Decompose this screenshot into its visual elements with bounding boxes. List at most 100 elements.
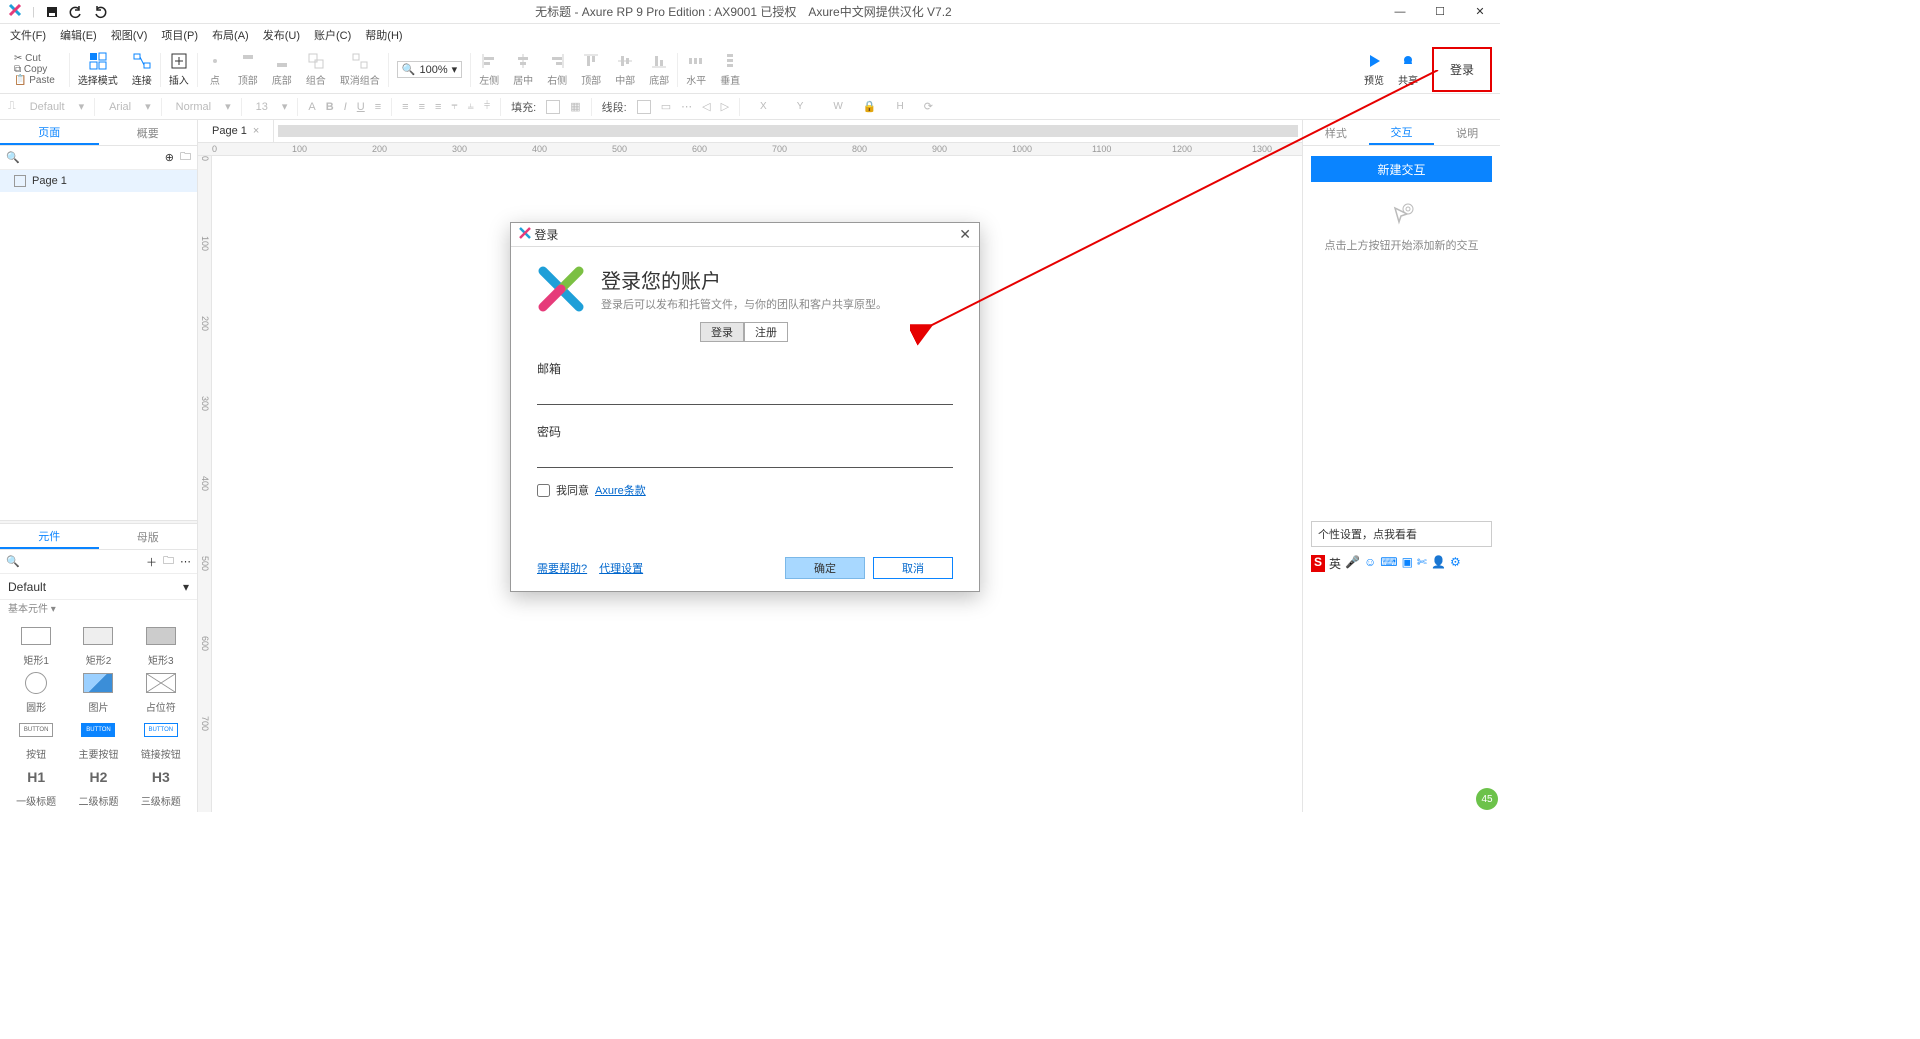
cancel-button[interactable]: 取消 (873, 557, 953, 579)
widget-primary-button[interactable]: BUTTON主要按钮 (68, 718, 128, 761)
rotate-icon[interactable]: ⟳ (924, 100, 933, 113)
insert-button[interactable]: 插入 (169, 52, 189, 87)
agree-checkbox[interactable] (537, 484, 550, 497)
widget-h2[interactable]: H2二级标题 (68, 765, 128, 808)
menu-project[interactable]: 项目(P) (161, 27, 198, 43)
add-page-icon[interactable]: ⊕ (165, 151, 174, 164)
widget-placeholder[interactable]: 占位符 (131, 671, 191, 714)
cut-button[interactable]: ✂ Cut (14, 53, 41, 64)
help-link[interactable]: 需要帮助? (537, 560, 587, 576)
search-icon[interactable]: 🔍 (6, 555, 20, 568)
style-select[interactable]: Default (26, 99, 69, 115)
ime-user-icon[interactable]: 👤 (1431, 555, 1446, 572)
paste-button[interactable]: 📋 Paste (14, 75, 55, 86)
tab-pages[interactable]: 页面 (0, 120, 99, 145)
size-select[interactable]: 13 (252, 99, 272, 115)
new-interaction-button[interactable]: 新建交互 (1311, 156, 1492, 182)
select-mode-button[interactable]: 选择模式 (78, 52, 118, 87)
align-right-button[interactable]: 右侧 (547, 52, 567, 87)
align-r-icon[interactable]: ≡ (435, 101, 441, 113)
paint-icon[interactable]: ⎍ (8, 100, 16, 113)
widget-h1[interactable]: H1一级标题 (6, 765, 66, 808)
line-width-icon[interactable]: ▭ (661, 100, 671, 113)
valign-m-icon[interactable]: ⫨ (468, 100, 474, 113)
dist-h-button[interactable]: 水平 (686, 52, 706, 87)
dist-v-button[interactable]: 垂直 (720, 52, 740, 87)
more-icon[interactable]: ⋯ (180, 555, 191, 568)
tab-style[interactable]: 样式 (1303, 120, 1369, 145)
terms-link[interactable]: Axure条款 (595, 482, 646, 498)
bold-icon[interactable]: B (326, 101, 334, 113)
line-style-icon[interactable]: ⋯ (681, 100, 692, 113)
font-select[interactable]: Arial (105, 99, 135, 115)
ime-tool-icon[interactable]: 🎤 (1345, 555, 1360, 572)
canvas-tab-page1[interactable]: Page 1× (198, 120, 274, 142)
group-button[interactable]: 组合 (306, 52, 326, 87)
proxy-link[interactable]: 代理设置 (599, 560, 643, 576)
undo-icon[interactable] (69, 5, 83, 19)
fill-swatch[interactable] (546, 100, 560, 114)
ime-clip-icon[interactable]: ✄ (1417, 555, 1427, 572)
h-scrollbar[interactable] (278, 125, 1298, 137)
tab-interactions[interactable]: 交互 (1369, 120, 1435, 145)
library-select[interactable]: Default▾ (0, 574, 197, 600)
ime-screenshot-icon[interactable]: ▣ (1402, 555, 1413, 572)
fill-image-icon[interactable]: ▦ (570, 100, 580, 113)
minimize-button[interactable]: — (1380, 0, 1420, 24)
ime-toolbar[interactable]: S 英 🎤 ☺ ⌨ ▣ ✄ 👤 ⚙ (1311, 555, 1492, 572)
valign-t-icon[interactable]: ⫧ (451, 100, 457, 113)
connect-button[interactable]: 连接 (132, 52, 152, 87)
align-c-icon[interactable]: ≡ (419, 101, 425, 113)
align-top-button[interactable]: 顶部 (581, 52, 601, 87)
align-left-button[interactable]: 左侧 (479, 52, 499, 87)
tab-masters[interactable]: 母版 (99, 524, 198, 549)
tab-outline[interactable]: 概要 (99, 120, 198, 145)
close-button[interactable]: ✕ (1460, 0, 1500, 24)
point-button[interactable]: 点 (206, 52, 224, 87)
lib-options-icon[interactable]: 🗀 (163, 552, 174, 571)
redo-icon[interactable] (93, 5, 107, 19)
ungroup-button[interactable]: 取消组合 (340, 52, 380, 87)
underline-icon[interactable]: U (357, 101, 365, 113)
menu-help[interactable]: 帮助(H) (365, 27, 402, 43)
tab-notes[interactable]: 说明 (1434, 120, 1500, 145)
widget-button[interactable]: BUTTON按钮 (6, 718, 66, 761)
email-field[interactable] (537, 381, 953, 405)
share-button[interactable]: 共享 (1398, 52, 1418, 87)
menu-view[interactable]: 视图(V) (111, 27, 148, 43)
tab-widgets[interactable]: 元件 (0, 524, 99, 549)
menu-account[interactable]: 账户(C) (314, 27, 351, 43)
italic-icon[interactable]: I (344, 101, 347, 113)
status-badge[interactable]: 45 (1476, 788, 1498, 810)
page-item-page1[interactable]: Page 1 (0, 170, 197, 192)
preferences-popup[interactable]: 个性设置，点我看看 (1311, 521, 1492, 547)
menu-file[interactable]: 文件(F) (10, 27, 46, 43)
password-field[interactable] (537, 444, 953, 468)
align-center-button[interactable]: 居中 (513, 52, 533, 87)
menu-edit[interactable]: 编辑(E) (60, 27, 97, 43)
widget-rect1[interactable]: 矩形1 (6, 624, 66, 667)
ime-keyboard-icon[interactable]: ⌨ (1380, 555, 1397, 572)
save-icon[interactable] (45, 5, 59, 19)
top-button[interactable]: 顶部 (238, 52, 258, 87)
category-basic[interactable]: 基本元件 ▾ (0, 600, 197, 620)
widget-h3[interactable]: H3三级标题 (131, 765, 191, 808)
bottom-button[interactable]: 底部 (272, 52, 292, 87)
bullets-icon[interactable]: ≡ (375, 101, 381, 113)
zoom-field[interactable]: 🔍 100%▾ (397, 61, 462, 78)
dialog-tab-login[interactable]: 登录 (700, 322, 744, 342)
line-swatch[interactable] (637, 100, 651, 114)
add-folder-icon[interactable]: 🗀 (180, 148, 191, 167)
menu-layout[interactable]: 布局(A) (212, 27, 249, 43)
menu-publish[interactable]: 发布(U) (263, 27, 300, 43)
ime-emoji-icon[interactable]: ☺ (1364, 555, 1376, 572)
text-color-icon[interactable]: A (308, 101, 315, 113)
arrow-end-icon[interactable]: ▷ (721, 100, 729, 113)
close-tab-icon[interactable]: × (253, 125, 259, 137)
widget-rect2[interactable]: 矩形2 (68, 624, 128, 667)
search-icon[interactable]: 🔍 (6, 151, 20, 164)
align-l-icon[interactable]: ≡ (402, 101, 408, 113)
align-bottom-button[interactable]: 底部 (649, 52, 669, 87)
align-middle-button[interactable]: 中部 (615, 52, 635, 87)
valign-b-icon[interactable]: ⫩ (484, 100, 490, 113)
